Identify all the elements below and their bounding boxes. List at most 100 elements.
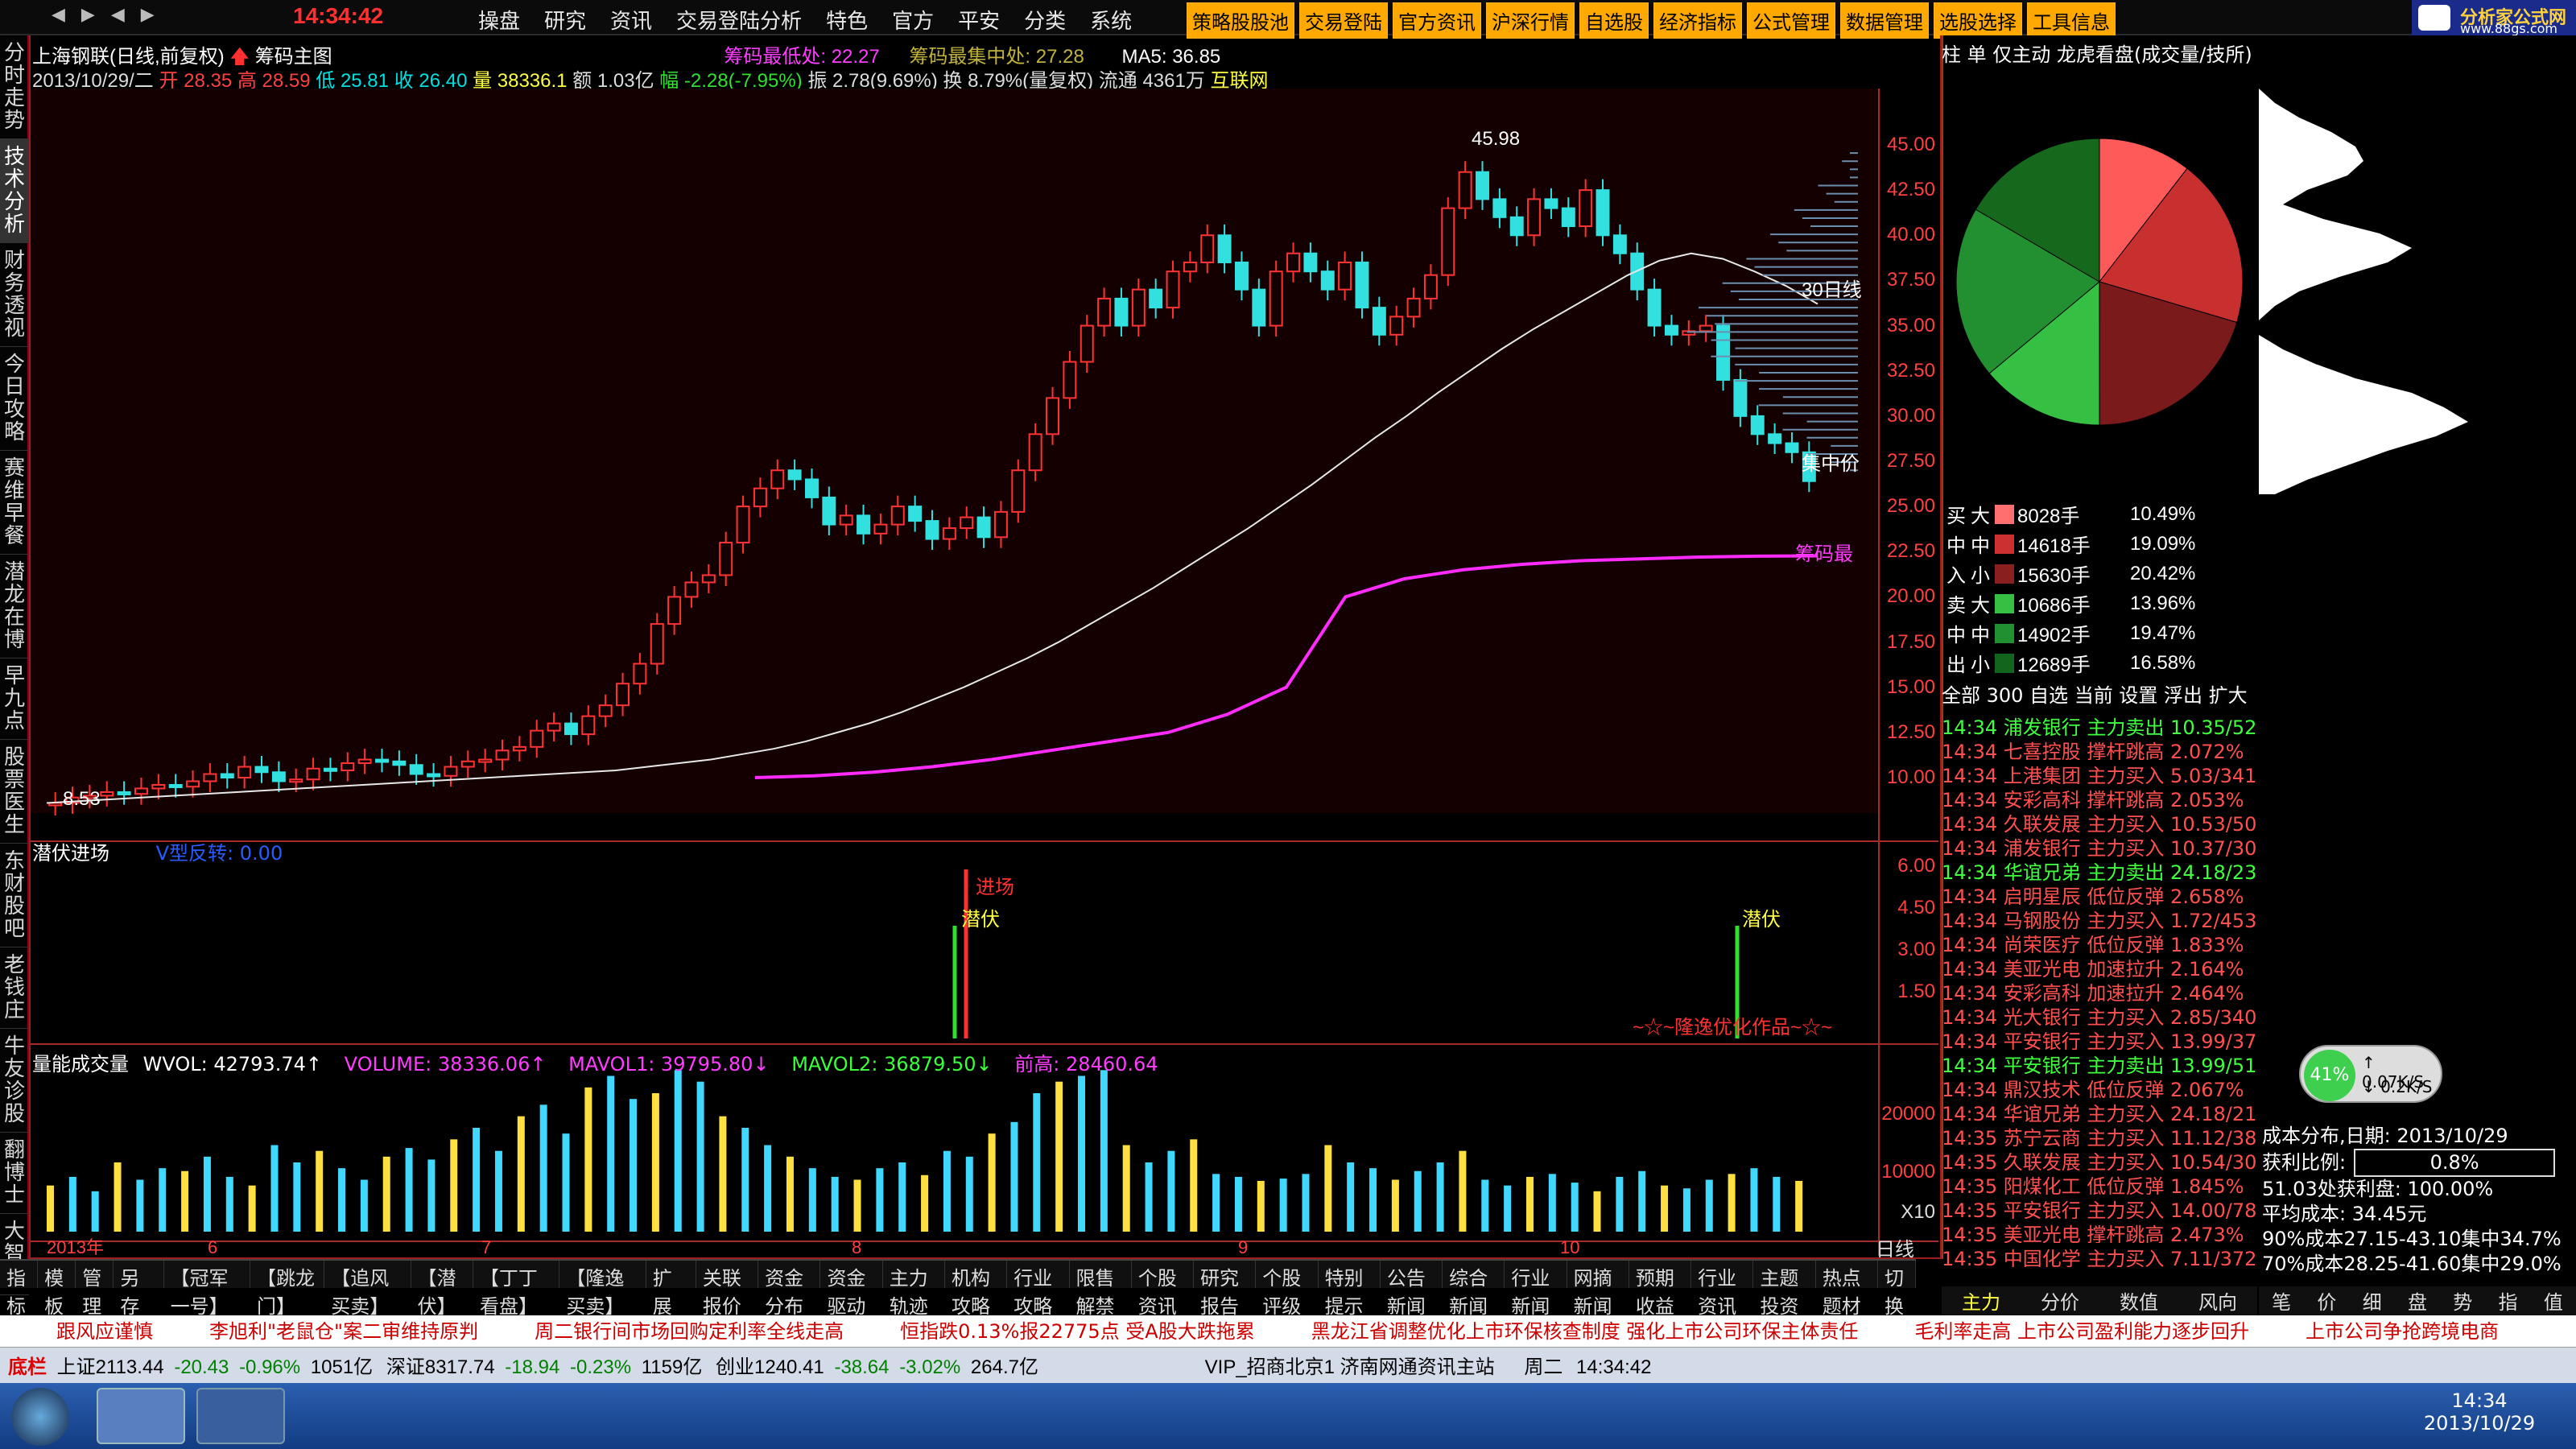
bottom-tab-17[interactable]: 限售解禁: [1070, 1261, 1132, 1318]
quick-button[interactable]: 沪深行情: [1486, 2, 1575, 39]
quick-button[interactable]: 选股选择: [1934, 2, 2022, 39]
quick-button[interactable]: 官方资讯: [1393, 2, 1481, 39]
ticker-row[interactable]: 14:34 安彩高科 加速拉升 2.464%: [1942, 977, 2257, 1001]
menu-item[interactable]: 分类: [1024, 5, 1066, 35]
left-tab-1[interactable]: 技术分析: [0, 139, 29, 243]
candlestick-chart[interactable]: 45.98 8.53 30日线集中价筹码最进场潜伏 潜伏 ~☆~隆逸优化作品~☆~ 201…: [31, 89, 1938, 1256]
ticker-row[interactable]: 14:34 平安银行 主力卖出 13.99/516: [1942, 1050, 2257, 1074]
bottom-tab-10[interactable]: 扩展区: [646, 1261, 696, 1346]
nav-arrows[interactable]: ◀▶◀▶: [52, 5, 171, 25]
bottom-tab-28[interactable]: 主题投资: [1753, 1261, 1816, 1318]
left-tab-7[interactable]: 股票医生: [0, 740, 29, 844]
news-item[interactable]: 李旭利"老鼠仓"案二审维持原判: [209, 1320, 478, 1343]
far-right-tab-4[interactable]: 势: [2440, 1286, 2485, 1315]
ticker-row[interactable]: 14:35 苏宁云商 主力买入 11.12/383: [1942, 1122, 2257, 1146]
bottom-tab-23[interactable]: 综合新闻: [1443, 1261, 1505, 1318]
far-right-tab-5[interactable]: 指: [2485, 1286, 2530, 1315]
far-right-tab-1[interactable]: 价: [2304, 1286, 2349, 1315]
bottom-tab-4[interactable]: 【冠军一号】: [164, 1261, 250, 1318]
bottom-tab-29[interactable]: 热点题材: [1816, 1261, 1878, 1318]
ticker-row[interactable]: 14:34 浦发银行 主力买入 10.37/307: [1942, 832, 2257, 857]
news-item[interactable]: 恒指跌0.13%报22775点 受A股大跌拖累: [900, 1320, 1255, 1343]
bottom-tab-16[interactable]: 行业攻略: [1007, 1261, 1070, 1318]
start-button[interactable]: [11, 1388, 69, 1446]
bottom-tab-24[interactable]: 行业新闻: [1505, 1261, 1567, 1318]
news-item[interactable]: 上市公司争抢跨境电商: [2306, 1320, 2499, 1343]
ticker-row[interactable]: 14:34 尚荣医疗 低位反弹 1.833%: [1942, 929, 2257, 953]
bottom-tab-30[interactable]: 切换: [1878, 1261, 1917, 1318]
bottom-tab-18[interactable]: 个股资讯: [1132, 1261, 1195, 1318]
day-label[interactable]: 日线: [1876, 1233, 1914, 1261]
ie-icon[interactable]: [196, 1388, 285, 1444]
bottom-tab-1[interactable]: 模板: [38, 1261, 76, 1318]
bottom-tab-2[interactable]: 管理: [76, 1261, 114, 1318]
bottom-tab-3[interactable]: 另存为: [114, 1261, 164, 1346]
far-right-tab-6[interactable]: 值: [2531, 1286, 2576, 1315]
menu-item[interactable]: 资讯: [610, 5, 652, 35]
ticker-row[interactable]: 14:34 马钢股份 主力买入 1.72/4531: [1942, 905, 2257, 929]
ticker-row[interactable]: 14:35 平安银行 主力买入 14.00/785: [1942, 1195, 2257, 1219]
menu-item[interactable]: 官方: [892, 5, 934, 35]
bottom-tab-8[interactable]: 【丁丁看盘】: [473, 1261, 560, 1318]
menu-item[interactable]: 研究: [544, 5, 586, 35]
menu-item[interactable]: 交易登陆分析: [676, 5, 802, 35]
bottom-tab-13[interactable]: 资金驱动: [820, 1261, 883, 1318]
ticker-row[interactable]: 14:34 鼎汉技术 低位反弹 2.067%: [1942, 1074, 2257, 1098]
left-tab-2[interactable]: 财务透视: [0, 243, 29, 347]
ticker-row[interactable]: 14:35 久联发展 主力买入 10.54/300: [1942, 1146, 2257, 1170]
left-tab-0[interactable]: 分时走势: [0, 35, 29, 139]
ticker-row[interactable]: 14:34 华谊兄弟 主力买入 24.18/218: [1942, 1098, 2257, 1122]
ticker-row[interactable]: 14:34 安彩高科 撑杆跳高 2.053%: [1942, 784, 2257, 808]
news-item[interactable]: 毛利率走高 上市公司盈利能力逐步回升: [1914, 1320, 2249, 1343]
quick-button[interactable]: 自选股: [1579, 2, 1649, 39]
left-tab-8[interactable]: 东财股吧: [0, 844, 29, 947]
ticker-row[interactable]: 14:34 启明星辰 低位反弹 2.658%: [1942, 881, 2257, 905]
quick-button[interactable]: 经济指标: [1653, 2, 1742, 39]
left-tab-5[interactable]: 潜龙在博: [0, 555, 29, 658]
far-right-tab-0[interactable]: 笔: [2259, 1286, 2304, 1315]
ticker-tabs[interactable]: 全部 300 自选 当前 设置 浮出 扩大: [1942, 679, 2257, 708]
ticker-row[interactable]: 14:34 久联发展 主力买入 10.53/500: [1942, 808, 2257, 832]
bottom-tab-5[interactable]: 【跳龙门】: [250, 1261, 325, 1318]
ticker-row[interactable]: 14:35 中国化学 主力买入 7.11/3722: [1942, 1243, 2257, 1267]
forward-button[interactable]: ▶: [81, 5, 111, 25]
bottom-tab-11[interactable]: 关联报价: [696, 1261, 759, 1318]
ticker-row[interactable]: 14:34 平安银行 主力买入 13.99/371: [1942, 1026, 2257, 1050]
menu-item[interactable]: 系统: [1090, 5, 1132, 35]
bottom-tab-26[interactable]: 预期收益: [1629, 1261, 1692, 1318]
left-tab-6[interactable]: 早九点: [0, 658, 29, 740]
bottom-tab-6[interactable]: 【追风买卖】: [324, 1261, 411, 1318]
net-speed-widget[interactable]: 41% ↑ 0.07K/S ↓ 0.2K/S: [2299, 1045, 2442, 1103]
bottom-tab-25[interactable]: 网摘新闻: [1567, 1261, 1629, 1318]
menu-item[interactable]: 操盘: [478, 5, 520, 35]
bottom-tab-20[interactable]: 个股评级: [1256, 1261, 1319, 1318]
bottom-tab-14[interactable]: 主力轨迹: [883, 1261, 945, 1318]
ticker-row[interactable]: 14:34 七喜控股 撑杆跳高 2.072%: [1942, 736, 2257, 760]
left-tab-3[interactable]: 今日攻略: [0, 347, 29, 451]
ticker-row[interactable]: 14:34 光大银行 主力买入 2.85/3400: [1942, 1001, 2257, 1026]
far-right-tab-3[interactable]: 盘: [2395, 1286, 2440, 1315]
bottom-tab-0[interactable]: 指标: [0, 1261, 39, 1318]
quick-button[interactable]: 交易登陆: [1299, 2, 1388, 39]
view-options[interactable]: 柱 单 仅主动 龙虎看盘(成交量/技所): [1942, 43, 2252, 66]
bottom-tab-12[interactable]: 资金分布: [758, 1261, 821, 1318]
right-tab-2[interactable]: 数值: [2099, 1286, 2178, 1315]
bottom-tab-15[interactable]: 机构攻略: [945, 1261, 1008, 1318]
ticker-row[interactable]: 14:35 阳煤化工 低位反弹 1.845%: [1942, 1170, 2257, 1195]
right-tab-1[interactable]: 分价: [2021, 1286, 2099, 1315]
left-tab-10[interactable]: 牛友诊股: [0, 1029, 29, 1133]
quick-button[interactable]: 策略股股池: [1187, 2, 1294, 39]
tray-clock[interactable]: 14:34 2013/10/29: [2399, 1389, 2560, 1435]
bottom-tab-9[interactable]: 【隆逸买卖】: [559, 1261, 646, 1318]
bottom-tab-7[interactable]: 【潜伏】: [411, 1261, 473, 1318]
back-button-2[interactable]: ◀: [111, 5, 141, 25]
quick-button[interactable]: 工具信息: [2027, 2, 2116, 39]
far-right-tab-2[interactable]: 细: [2350, 1286, 2395, 1315]
quick-button[interactable]: 数据管理: [1840, 2, 1929, 39]
left-tab-9[interactable]: 老钱庄: [0, 947, 29, 1029]
menu-item[interactable]: 特色: [826, 5, 868, 35]
forward-button-2[interactable]: ▶: [141, 5, 171, 25]
bottom-tab-19[interactable]: 研究报告: [1194, 1261, 1257, 1318]
news-item[interactable]: 周二银行间市场回购定利率全线走高: [535, 1320, 844, 1343]
ticker-row[interactable]: 14:34 上港集团 主力买入 5.03/3417: [1942, 760, 2257, 784]
